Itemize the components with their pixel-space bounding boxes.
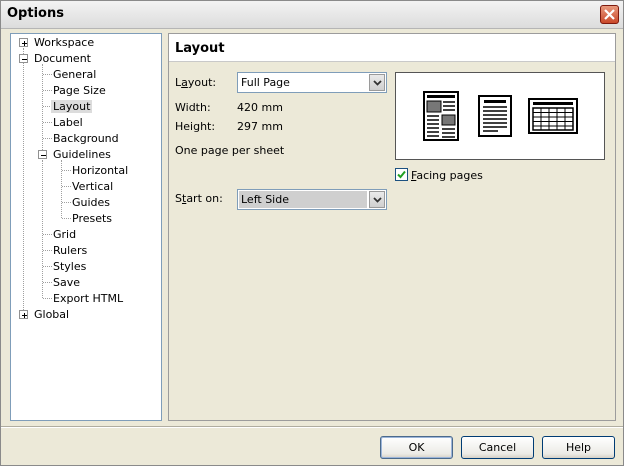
start-on-select[interactable]: Left Side	[237, 189, 387, 210]
tree-item-page-size[interactable]: Page Size	[51, 83, 108, 99]
tree-item-global[interactable]: Global	[32, 307, 71, 323]
layout-label-mnemonic: a	[181, 76, 188, 89]
tree-item-label: Horizontal	[72, 164, 129, 177]
collapse-document-toggle[interactable]	[19, 54, 28, 63]
help-button[interactable]: Help	[542, 436, 615, 459]
tree-item-label: General	[53, 68, 97, 81]
tree-item-vertical[interactable]: Vertical	[70, 179, 115, 195]
ok-button[interactable]: OK	[380, 436, 453, 459]
chevron-down-icon	[373, 80, 382, 86]
tree-item-guides[interactable]: Guides	[70, 195, 112, 211]
tree-item-label: Label	[53, 116, 83, 129]
full-page-document-icon	[423, 91, 459, 141]
close-icon	[604, 9, 615, 20]
title-bar[interactable]: Options	[1, 1, 623, 29]
tree-item-label: Layout	[51, 100, 93, 113]
layout-label: Layout:	[175, 76, 216, 89]
tree-item-grid[interactable]: Grid	[51, 227, 78, 243]
facing-pages-label[interactable]: Facing pages	[411, 169, 483, 182]
minus-icon	[22, 59, 27, 60]
tree-item-label: Grid	[53, 228, 77, 241]
chevron-down-icon	[373, 197, 382, 203]
options-tree: Workspace Document General Page Size Lay…	[10, 33, 162, 421]
tree-item-label: Styles	[53, 260, 87, 273]
tree-item-label: Page Size	[53, 84, 106, 97]
layout-label-text: yout:	[187, 76, 217, 89]
tree-item-presets[interactable]: Presets	[70, 211, 114, 227]
tree-item-export-html[interactable]: Export HTML	[51, 291, 125, 307]
tree-connector	[61, 160, 62, 218]
tree-item-styles[interactable]: Styles	[51, 259, 88, 275]
options-dialog: Options Workspace Document General Page …	[0, 0, 624, 466]
tree-connector	[42, 160, 43, 298]
layout-dropdown-button[interactable]	[369, 74, 385, 91]
tree-item-label: Global	[34, 308, 70, 321]
start-on-dropdown-button[interactable]	[369, 191, 385, 208]
expand-workspace-toggle[interactable]	[19, 38, 28, 47]
layout-select-value: Full Page	[241, 76, 290, 89]
width-value: 420 mm	[237, 101, 283, 114]
start-label-text: S	[175, 192, 182, 205]
height-label: Height:	[175, 120, 216, 133]
page-title: Layout	[175, 41, 225, 56]
start-on-select-value: Left Side	[241, 193, 289, 206]
height-value: 297 mm	[237, 120, 283, 133]
tree-item-label: Workspace	[34, 36, 95, 49]
tree-item-guidelines[interactable]: Guidelines	[51, 147, 113, 163]
layout-settings-panel: Layout Layout: Full Page Width: 420 mm H…	[168, 33, 616, 421]
tree-item-general[interactable]: General	[51, 67, 98, 83]
facing-pages-checkbox[interactable]	[395, 168, 408, 181]
collapse-guidelines-toggle[interactable]	[38, 150, 47, 159]
tree-item-label: Guides	[72, 196, 111, 209]
tree-item-label: Guidelines	[53, 148, 111, 161]
tree-item-layout[interactable]: Layout	[51, 99, 93, 115]
pages-per-sheet-info: One page per sheet	[175, 144, 285, 157]
panel-header: Layout	[169, 34, 615, 62]
footer-divider	[1, 426, 623, 428]
tree-item-background[interactable]: Background	[51, 131, 121, 147]
tree-item-label: Save	[53, 276, 81, 289]
plus-icon	[22, 41, 27, 46]
tree-item-label: Document	[34, 52, 91, 65]
tree-item-rulers[interactable]: Rulers	[51, 243, 89, 259]
layout-select[interactable]: Full Page	[237, 72, 387, 93]
plus-icon	[22, 313, 27, 318]
start-on-label: Start on:	[175, 192, 223, 205]
tree-item-save[interactable]: Save	[51, 275, 82, 291]
tree-item-label: Rulers	[53, 244, 88, 257]
table-page-icon	[528, 98, 578, 134]
cancel-button[interactable]: Cancel	[461, 436, 534, 459]
window-title: Options	[7, 6, 64, 21]
booklet-page-icon	[478, 95, 512, 137]
checkmark-icon	[397, 170, 406, 179]
tree-item-workspace[interactable]: Workspace	[32, 35, 96, 51]
tree-item-label: Presets	[72, 212, 113, 225]
minus-icon	[41, 155, 46, 156]
facing-label-text: acing pages	[416, 169, 483, 182]
width-label: Width:	[175, 101, 211, 114]
expand-global-toggle[interactable]	[19, 310, 28, 319]
layout-preview	[395, 72, 605, 160]
tree-connector	[23, 48, 24, 314]
tree-item-label: Background	[53, 132, 119, 145]
tree-item-document[interactable]: Document	[32, 51, 93, 67]
tree-item-horizontal[interactable]: Horizontal	[70, 163, 130, 179]
tree-item-label-page[interactable]: Label	[51, 115, 85, 131]
close-button[interactable]	[600, 5, 619, 24]
start-label-text: art on:	[186, 192, 223, 205]
tree-item-label: Vertical	[72, 180, 114, 193]
tree-item-label: Export HTML	[53, 292, 124, 305]
